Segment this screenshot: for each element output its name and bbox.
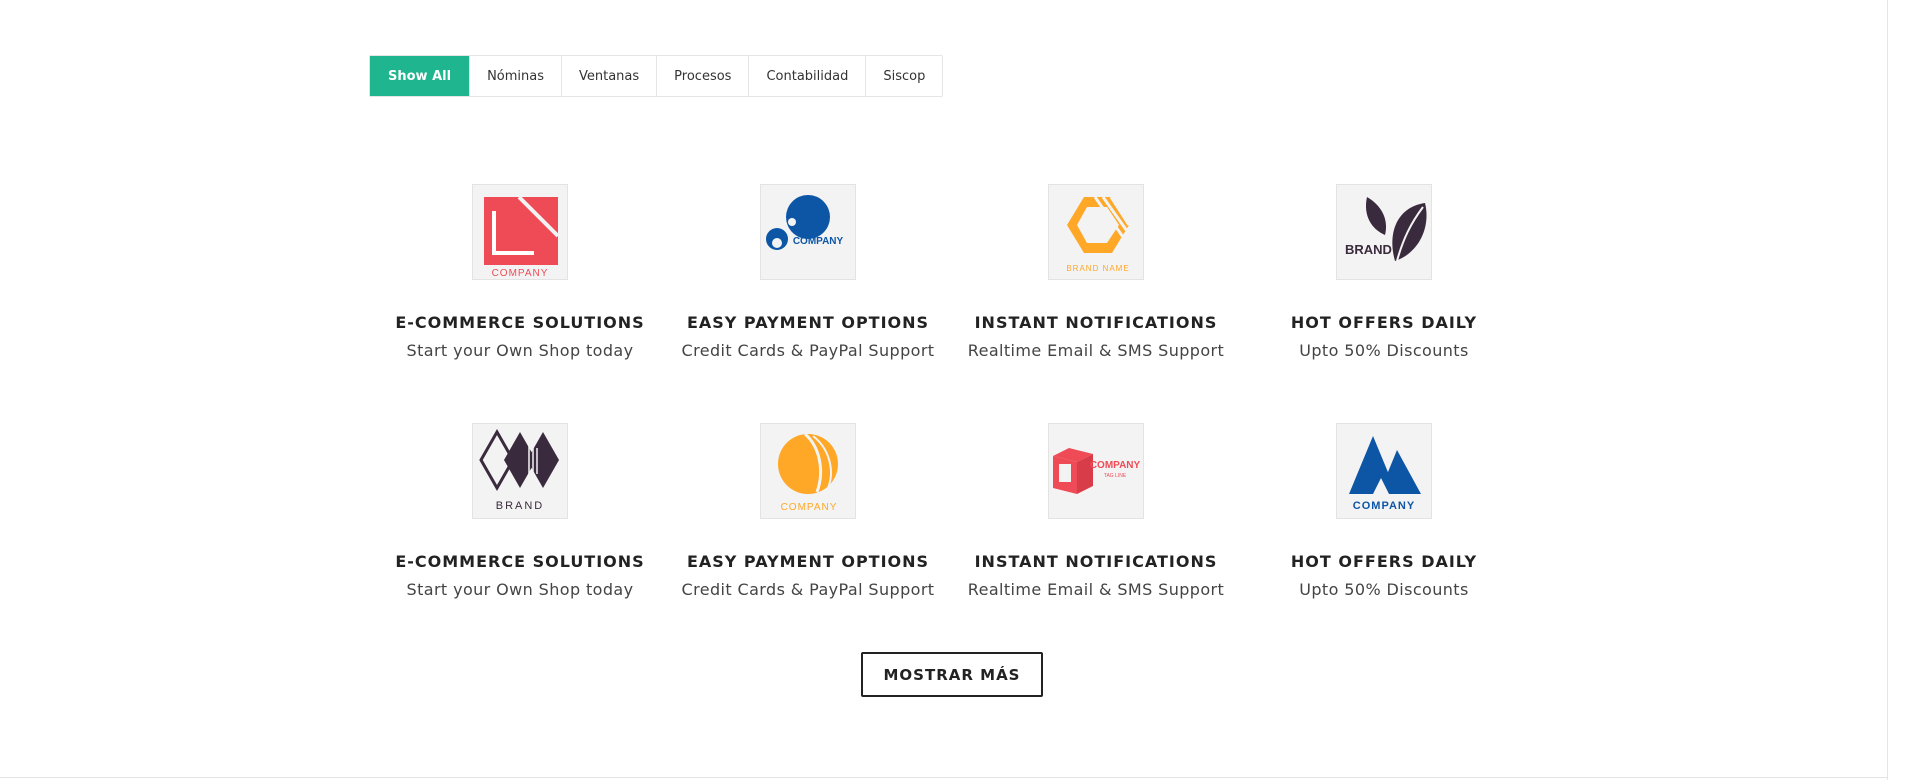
portfolio-card[interactable]: COMPANY EASY PAYMENT OPTIONS Credit Card… [664, 423, 952, 599]
orange-circle-logo-icon: COMPANY [778, 432, 838, 513]
show-more-button[interactable]: MOSTRAR MÁS [861, 652, 1043, 697]
card-title: EASY PAYMENT OPTIONS [686, 313, 930, 332]
filter-show-all[interactable]: Show All [370, 56, 470, 96]
card-subtitle: Credit Cards & PayPal Support [681, 341, 935, 360]
leaf-logo-icon: BRAND [1345, 197, 1427, 262]
portfolio-card[interactable]: BRAND NAME INSTANT NOTIFICATIONS Realtim… [952, 184, 1240, 360]
svg-text:COMPANY: COMPANY [781, 502, 838, 513]
page-scrollbar[interactable] [1887, 0, 1907, 780]
blue-mountain-logo-icon: COMPANY [1349, 436, 1421, 512]
card-subtitle: Credit Cards & PayPal Support [681, 580, 935, 599]
svg-text:TAG LINE: TAG LINE [1104, 473, 1127, 479]
svg-text:COMPANY: COMPANY [793, 236, 844, 247]
company-logo[interactable]: COMPANY [1336, 423, 1432, 519]
card-subtitle: Realtime Email & SMS Support [967, 341, 1225, 360]
filter-siscop[interactable]: Siscop [865, 56, 942, 96]
card-title: E-COMMERCE SOLUTIONS [395, 313, 645, 332]
card-title: INSTANT NOTIFICATIONS [974, 313, 1218, 332]
card-subtitle: Realtime Email & SMS Support [967, 580, 1225, 599]
orange-hexagon-logo-icon: BRAND NAME [1066, 196, 1131, 273]
portfolio-card[interactable]: COMPANY EASY PAYMENT OPTIONS Credit Card… [664, 184, 952, 360]
card-subtitle: Start your Own Shop today [406, 580, 634, 599]
company-logo[interactable]: BRAND NAME [1048, 184, 1144, 280]
card-title: EASY PAYMENT OPTIONS [686, 552, 930, 571]
card-title: HOT OFFERS DAILY [1290, 552, 1478, 571]
card-subtitle: Upto 50% Discounts [1299, 341, 1469, 360]
portfolio-filter-bar: Show All Nóminas Ventanas Procesos Conta… [369, 55, 944, 97]
svg-text:BRAND: BRAND [1345, 242, 1392, 257]
card-title: INSTANT NOTIFICATIONS [974, 552, 1218, 571]
svg-text:BRAND: BRAND [496, 500, 545, 512]
company-logo[interactable]: BRAND [472, 423, 568, 519]
card-title: HOT OFFERS DAILY [1290, 313, 1478, 332]
portfolio-card[interactable]: COMPANY E-COMMERCE SOLUTIONS Start your … [376, 184, 664, 360]
filter-procesos[interactable]: Procesos [656, 56, 748, 96]
portfolio-card[interactable]: BRAND HOT OFFERS DAILY Upto 50% Discount… [1240, 184, 1528, 360]
blue-drop-logo-icon: COMPANY [766, 195, 844, 250]
card-subtitle: Upto 50% Discounts [1299, 580, 1469, 599]
company-logo[interactable]: BRAND [1336, 184, 1432, 280]
portfolio-card[interactable]: COMPANY HOT OFFERS DAILY Upto 50% Discou… [1240, 423, 1528, 599]
portfolio-card[interactable]: BRAND E-COMMERCE SOLUTIONS Start your Ow… [376, 423, 664, 599]
card-title: E-COMMERCE SOLUTIONS [395, 552, 645, 571]
company-logo[interactable]: COMPANY TAG LINE [1048, 423, 1144, 519]
portfolio-card[interactable]: COMPANY TAG LINE INSTANT NOTIFICATIONS R… [952, 423, 1240, 599]
filter-ventanas[interactable]: Ventanas [561, 56, 656, 96]
svg-text:COMPANY: COMPANY [1090, 460, 1141, 471]
company-logo[interactable]: COMPANY [472, 184, 568, 280]
red-cube-logo-icon: COMPANY TAG LINE [1053, 448, 1141, 494]
divider [0, 777, 1888, 778]
red-square-logo-icon: COMPANY [484, 195, 560, 279]
company-logo[interactable]: COMPANY [760, 423, 856, 519]
filter-contabilidad[interactable]: Contabilidad [748, 56, 865, 96]
card-subtitle: Start your Own Shop today [406, 341, 634, 360]
diamond-logo-icon: BRAND [479, 428, 559, 512]
svg-text:BRAND NAME: BRAND NAME [1066, 264, 1129, 273]
filter-nominas[interactable]: Nóminas [469, 56, 561, 96]
svg-text:COMPANY: COMPANY [492, 268, 549, 279]
company-logo[interactable]: COMPANY [760, 184, 856, 280]
svg-text:COMPANY: COMPANY [1353, 500, 1415, 512]
